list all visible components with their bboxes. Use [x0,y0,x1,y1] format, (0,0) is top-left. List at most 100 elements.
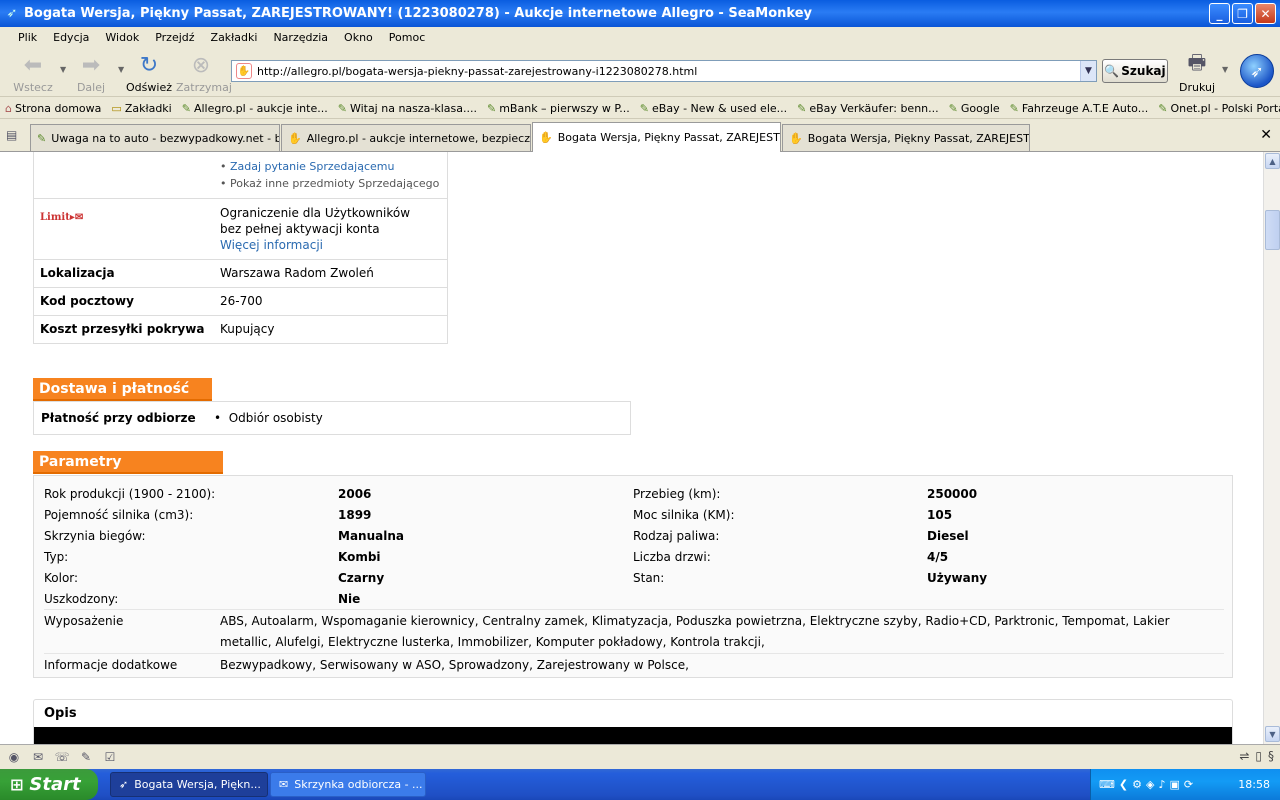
equipment-row: Wyposażenie ABS, Autoalarm, Wspomaganie … [44,609,1224,653]
menu-okno[interactable]: Okno [336,31,381,44]
minimize-button[interactable]: _ [1209,3,1230,24]
bookmark-item[interactable]: ✎ eBay Verkäufer: benn... [792,102,944,115]
menu-przejdz[interactable]: Przejdź [147,31,202,44]
bookmark-icon: ✎ [639,101,650,115]
bookmark-icon: ✎ [797,101,807,115]
bookmark-item[interactable]: ✎ Fahrzeuge A.T.E Auto... [1005,102,1154,115]
composer-icon[interactable]: ✎ [78,749,94,765]
new-tab-list-icon[interactable]: ▤ [6,128,22,144]
payment-label: Płatność przy odbiorze [41,411,196,425]
scroll-thumb[interactable] [1265,210,1280,250]
tab-bogata[interactable]: ✋ Bogata Wersja, Piękny Passat, ZAREJESTR… [782,124,1030,151]
bookmark-item[interactable]: ✎ eBay - New & used ele... [635,102,792,115]
reload-button[interactable]: ↻ Odśwież [126,51,172,95]
stop-button[interactable]: ⊗ Zatrzymaj [176,51,232,95]
allegro-hand-icon: ✋ [789,131,803,145]
search-icon: 🔍 [1104,64,1120,78]
seller-items-link[interactable]: Pokaż inne przedmioty Sprzedającego [230,177,439,190]
shipping-cost-label: Koszt przesyłki pokrywa [40,322,205,336]
forward-dropdown-icon[interactable]: ▼ [118,65,124,74]
bookmark-item[interactable]: ✎ Allegro.pl - aukcje inte... [177,102,333,115]
mail-icon[interactable]: ✉ [30,749,46,765]
menu-zakladki[interactable]: Zakładki [203,31,266,44]
location-value: Warszawa Radom Zwoleń [220,266,374,280]
ask-seller-link[interactable]: Zadaj pytanie Sprzedającemu [230,160,394,173]
bookmark-home[interactable]: ⌂ Strona domowa [0,102,106,115]
tray-expand-icon[interactable]: ❮ [1119,778,1128,791]
menu-plik[interactable]: Plik [10,31,45,44]
addressbook-icon[interactable]: ☑ [102,749,118,765]
scroll-up-icon[interactable]: ▲ [1265,153,1280,169]
allegro-hand-icon: ✋ [539,131,553,144]
bookmark-folder[interactable]: ▭ Zakładki [106,102,176,115]
bookmark-icon: ✎ [487,101,497,115]
start-button[interactable]: ⊞ Start [0,769,98,800]
forward-button[interactable]: ➡ Dalej [68,51,114,95]
antivirus-icon[interactable]: ◈ [1146,778,1154,791]
vertical-scrollbar[interactable]: ▲ ▼ [1263,152,1280,744]
bookmark-icon: ✎ [337,101,347,115]
print-dropdown-icon[interactable]: ▼ [1222,65,1228,74]
online-status-icon[interactable]: ⇌ [1239,749,1249,763]
extra-info-value: Bezwypadkowy, Serwisowany w ASO, Sprowad… [220,658,689,672]
mail-icon: ✉ [279,778,289,791]
delivery-box: Płatność przy odbiorze • Odbiór osobisty [33,401,631,435]
bookmark-item[interactable]: ✎Onet.pl - Polski Portal ... [1153,102,1280,115]
url-input[interactable] [257,62,1080,80]
bookmarks-bar: ⌂ Strona domowa ▭ Zakładki ✎ Allegro.pl - a… [0,98,1280,119]
windows-flag-icon: ⊞ [10,775,24,794]
description-banner [34,727,1232,744]
menu-narzedzia[interactable]: Narzędzia [265,31,336,44]
tab-allegro[interactable]: ✋ Allegro.pl - aukcje internetowe, bezpie… [281,124,531,151]
menu-pomoc[interactable]: Pomoc [381,31,433,44]
reload-label: Odśwież [126,81,172,94]
network-icon[interactable]: ⚙ [1132,778,1142,791]
throbber-icon[interactable]: ➶ [1240,54,1274,88]
search-button[interactable]: 🔍 Szukaj [1102,59,1168,83]
param-row: Typ: Kombi Liczba drzwi: 4/5 [44,549,949,564]
menu-edycja[interactable]: Edycja [45,31,97,44]
volume-icon[interactable]: ♪ [1158,778,1165,791]
print-label: Drukuj [1178,81,1216,94]
back-button[interactable]: ⬅ Wstecz [10,51,56,95]
limit-text-2: bez pełnej aktywacji konta [220,222,380,236]
location-label: Lokalizacja [40,266,115,280]
print-button[interactable]: 🖶 Drukuj [1176,50,1218,94]
taskbar-item-mail[interactable]: ✉ Skrzynka odbiorcza - ... [270,772,426,797]
bookmark-item[interactable]: ✎ Google [944,102,1005,115]
url-history-dropdown-icon[interactable]: ▼ [1080,61,1096,81]
update-icon[interactable]: ⟳ [1184,778,1193,791]
window-titlebar[interactable]: ➶ Bogata Wersja, Piękny Passat, ZAREJEST… [0,0,1280,27]
folder-icon: ▭ [111,101,122,115]
system-tray: ⌨ ❮ ⚙ ◈ ♪ ▣ ⟳ 18:58 [1090,769,1280,800]
resize-grip-icon[interactable]: § [1268,749,1274,763]
menu-widok[interactable]: Widok [97,31,147,44]
seller-info-table: • Zadaj pytanie Sprzedającemu • Pokaż in… [33,152,448,344]
bookmark-item[interactable]: ✎ mBank – pierwszy w P... [482,102,635,115]
navigation-toolbar: ⬅ Wstecz ▼ ➡ Dalej ▼ ↻ Odśwież ⊗ Zatrzym… [0,47,1280,97]
bookmark-icon: ✎ [181,101,191,115]
more-info-link[interactable]: Więcej informacji [220,237,441,253]
search-label: Szukaj [1121,64,1166,78]
navigator-icon[interactable]: ◉ [6,749,22,765]
envelope-icon: ▸✉ [69,212,84,223]
shipping-cost-row: Koszt przesyłki pokrywa Kupujący [34,315,447,343]
back-dropdown-icon[interactable]: ▼ [60,65,66,74]
bookmark-item[interactable]: ✎ Witaj na nasza-klasa.... [333,102,482,115]
display-icon[interactable]: ▣ [1169,778,1179,791]
tab-uwaga[interactable]: ✎ Uwaga na to auto - bezwypadkowy.net - b… [30,124,280,151]
location-row: Lokalizacja Warszawa Radom Zwoleń [34,259,447,287]
maximize-button[interactable]: ❐ [1232,3,1253,24]
seller-links: • Zadaj pytanie Sprzedającemu • Pokaż in… [220,160,440,190]
seamonkey-icon: ➶ [119,778,129,791]
payment-value: Odbiór osobisty [228,411,323,425]
close-tab-icon[interactable]: ✕ [1260,127,1272,143]
chat-icon[interactable]: ☏ [54,749,70,765]
window-controls: _ ❐ ✕ [1209,3,1276,24]
scroll-down-icon[interactable]: ▼ [1265,726,1280,742]
limit-text-1: Ograniczenie dla Użytkowników [220,206,411,220]
close-window-button[interactable]: ✕ [1255,3,1276,24]
tab-bogata-active[interactable]: ✋ Bogata Wersja, Piękny Passat, ZAREJESTR… [532,122,781,152]
taskbar-item-seamonkey[interactable]: ➶ Bogata Wersja, Piękn... [110,772,268,797]
keyboard-icon[interactable]: ⌨ [1099,778,1115,791]
